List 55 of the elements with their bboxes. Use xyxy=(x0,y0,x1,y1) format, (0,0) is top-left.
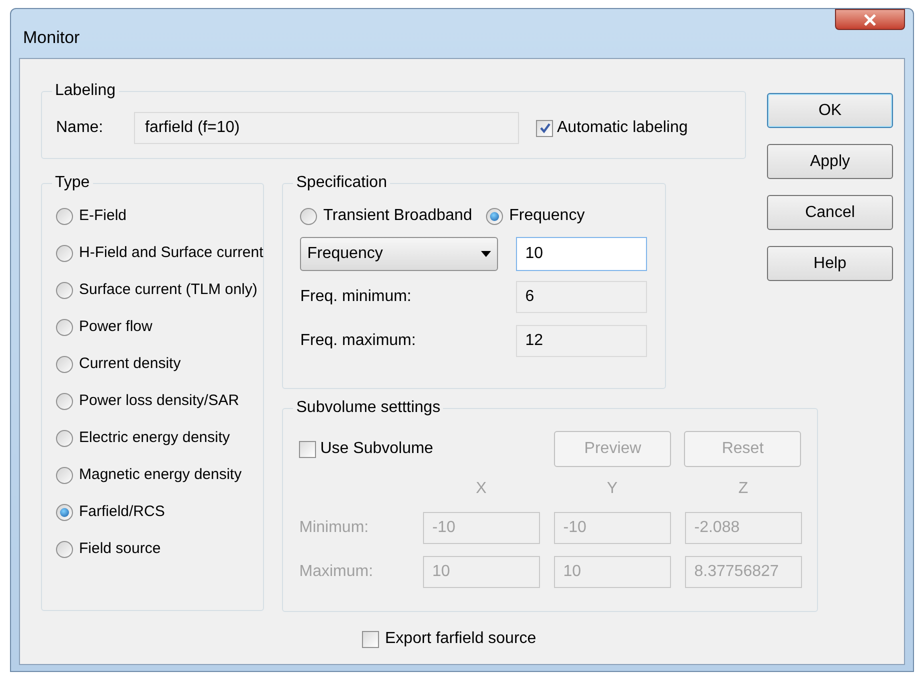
checkbox-label: Automatic labeling xyxy=(557,118,688,138)
radio-label: Farfield/RCS xyxy=(79,502,165,522)
radio-button[interactable] xyxy=(56,504,73,520)
radio-button[interactable] xyxy=(56,466,73,484)
radio-label: Magnetic energy density xyxy=(79,464,242,485)
dialog-button[interactable]: OK xyxy=(767,93,893,128)
radio-label: Power loss density/SAR xyxy=(79,390,240,411)
radio-label: Power flow xyxy=(79,316,152,337)
group-title: Type xyxy=(52,173,93,193)
field-label: Minimum: xyxy=(299,518,370,538)
dialog-button[interactable]: Apply xyxy=(767,144,893,179)
radio-button[interactable] xyxy=(56,540,73,558)
dialog-button[interactable]: Cancel xyxy=(767,195,893,230)
radio-label: Field source xyxy=(79,538,161,559)
close-button[interactable] xyxy=(835,9,905,30)
radio-button[interactable] xyxy=(56,318,73,336)
radio-label: Surface current (TLM only) xyxy=(79,280,258,300)
close-icon xyxy=(863,14,877,26)
radio-label: Transient Broadband xyxy=(323,206,472,226)
frequency-dropdown[interactable]: Frequency xyxy=(300,237,498,271)
radio-button[interactable] xyxy=(56,356,73,372)
radio-button[interactable] xyxy=(300,208,318,224)
radio-button[interactable] xyxy=(56,282,73,298)
checkbox[interactable] xyxy=(362,630,379,648)
field-label: Freq. maximum: xyxy=(300,331,417,351)
radio-button[interactable] xyxy=(56,392,73,410)
radio-label: Frequency xyxy=(509,206,585,226)
frequency-range-field[interactable]: 12 xyxy=(516,325,648,357)
dialog-button[interactable]: Help xyxy=(767,246,893,281)
checkmark-icon xyxy=(538,122,550,134)
radio-button[interactable] xyxy=(56,208,73,224)
radio-label: Current density xyxy=(79,354,181,374)
radio-button[interactable] xyxy=(56,244,73,262)
checkbox-label: Use Subvolume xyxy=(320,439,434,459)
name-label: Name: xyxy=(56,118,104,138)
group-title: Labeling xyxy=(52,81,118,101)
radio-label: H-Field and Surface current xyxy=(79,242,264,263)
group-title: Specification xyxy=(293,173,390,193)
radio-label: Electric energy density xyxy=(79,428,230,448)
radio-button[interactable] xyxy=(56,430,73,446)
dropdown-arrow-icon xyxy=(481,251,492,257)
window-title: Monitor xyxy=(23,27,80,49)
field-label: Freq. minimum: xyxy=(300,287,412,307)
axis-label: X xyxy=(474,479,488,499)
frequency-field[interactable]: 10 xyxy=(516,237,648,271)
radio-label: E-Field xyxy=(79,206,127,226)
radio-button[interactable] xyxy=(486,208,504,224)
checkbox-label: Export farfield source xyxy=(385,629,536,649)
checkbox[interactable] xyxy=(536,120,553,136)
axis-label: Z xyxy=(737,479,750,499)
group-title: Subvolume setttings xyxy=(293,398,444,418)
frequency-range-field[interactable]: 6 xyxy=(516,281,648,313)
name-field[interactable]: farfield (f=10) xyxy=(134,112,519,144)
axis-label: Y xyxy=(606,479,619,499)
field-label: Maximum: xyxy=(299,562,374,582)
